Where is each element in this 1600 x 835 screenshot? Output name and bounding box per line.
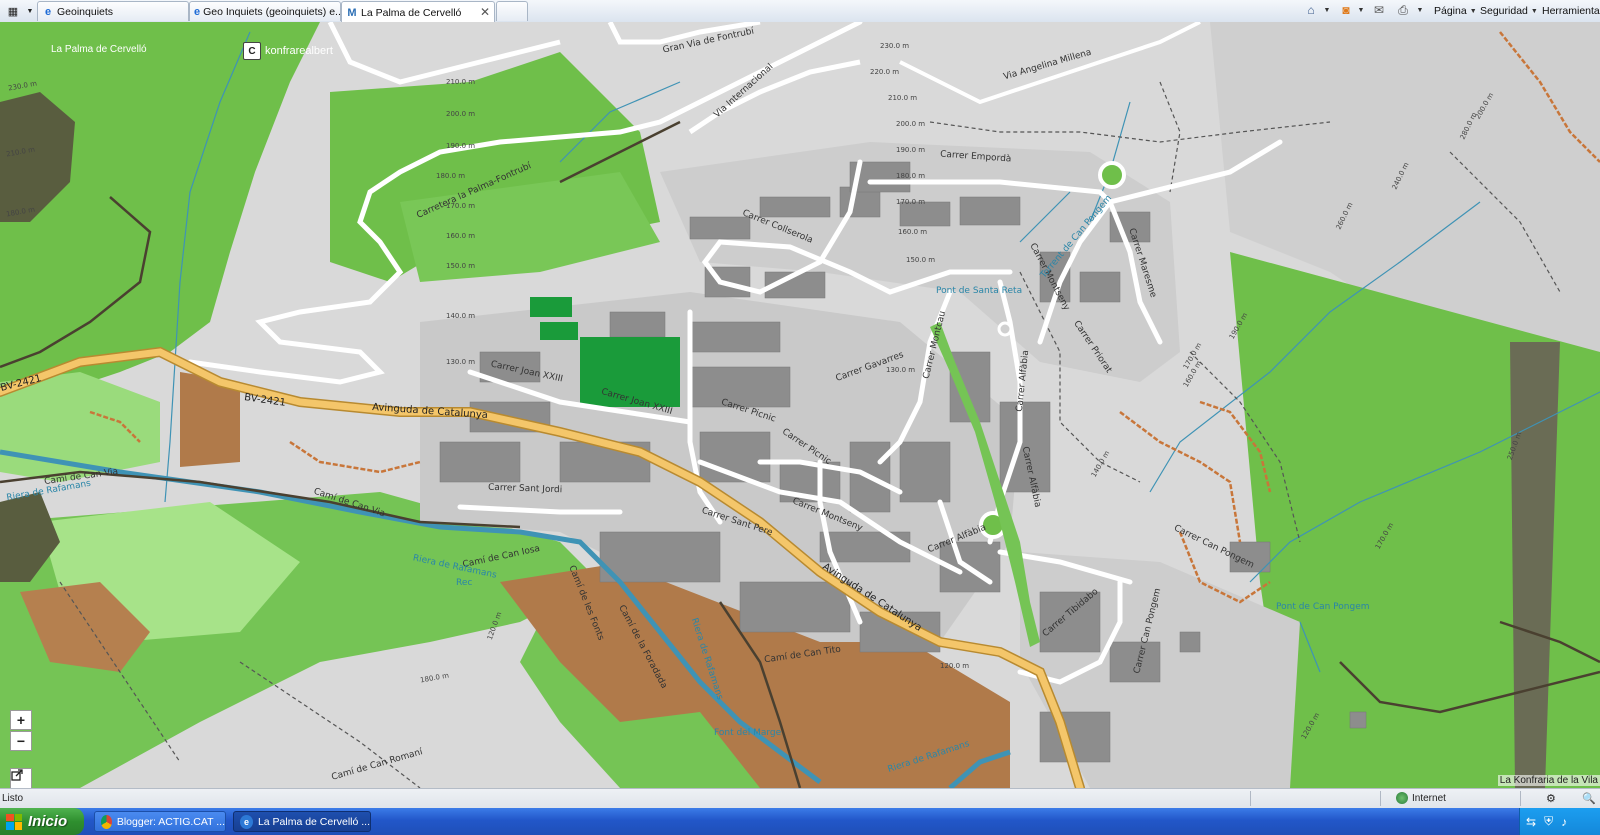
zoom-out-button[interactable]: − — [10, 731, 32, 751]
contour-label: 200.0 m — [896, 120, 926, 128]
tools-menu[interactable]: Herramientas▼ — [1542, 2, 1600, 20]
contour-label: 160.0 m — [898, 228, 928, 236]
mail-icon[interactable]: ✉ — [1372, 3, 1386, 17]
start-label: Inicio — [28, 813, 68, 830]
quick-tabs-icon[interactable]: ▦ — [2, 2, 24, 20]
security-menu[interactable]: Seguridad ▼ — [1480, 2, 1538, 20]
print-chevron-icon[interactable]: ▼ — [1413, 3, 1427, 17]
water-label-pont-santa-reta: Pont de Santa Reta — [936, 286, 1023, 296]
zoom-level-icon[interactable]: 🔍 — [1582, 792, 1596, 805]
contour-label: 120.0 m — [940, 662, 970, 670]
task-la-palma[interactable]: e La Palma de Cervelló ... — [233, 811, 371, 832]
konfraria-logo-icon: C — [243, 42, 261, 60]
map-title: La Palma de Cervelló — [51, 44, 147, 55]
status-divider — [1380, 791, 1381, 806]
windows-taskbar: Inicio Blogger: ACTIG.CAT ... e La Palma… — [0, 808, 1600, 835]
sports-pitch-small-2 — [540, 322, 578, 340]
tab-label: La Palma de Cervelló — [361, 6, 462, 19]
ie-icon: e — [194, 5, 201, 18]
tab-label: Geoinquiets — [57, 5, 114, 18]
feeds-chevron-icon[interactable]: ▼ — [1354, 3, 1368, 17]
contour-label: 170.0 m — [446, 202, 476, 210]
water-label-rec: Rec — [456, 578, 473, 588]
contour-label: 170.0 m — [896, 198, 926, 206]
water-label-pont-can-pongem: Pont de Can Pongem — [1276, 602, 1370, 612]
user-name: konfrarealbert — [265, 45, 333, 57]
windows-flag-icon — [6, 813, 22, 830]
status-text: Listo — [2, 793, 24, 804]
feeds-icon[interactable]: ◙ — [1339, 3, 1353, 17]
external-link-icon — [11, 769, 23, 781]
chevron-down-icon: ▼ — [1530, 7, 1538, 15]
water-label-font-marge: Font del Marge — [714, 728, 782, 738]
contour-label: 210.0 m — [888, 94, 918, 102]
m-icon: M — [347, 6, 357, 19]
contour-label: 150.0 m — [906, 256, 936, 264]
page-menu-label: Página — [1434, 5, 1467, 17]
chevron-down-icon: ▼ — [1469, 7, 1477, 15]
tools-menu-label: Herramientas — [1542, 5, 1600, 17]
chrome-icon — [101, 814, 112, 829]
task-label: La Palma de Cervelló ... — [257, 815, 370, 828]
close-tab-icon[interactable]: ✕ — [480, 5, 490, 19]
system-tray: ⇆ ⛨ ♪ — [1519, 808, 1600, 835]
contour-label: 190.0 m — [446, 142, 476, 150]
share-icon[interactable] — [10, 768, 32, 788]
tab-geoinquiets[interactable]: e Geoinquiets — [37, 1, 189, 21]
contour-label: 200.0 m — [446, 110, 476, 118]
browser-tab-bar: ▦ ▼ e Geoinquiets e Geo Inquiets (geoinq… — [0, 0, 1600, 23]
task-label: Blogger: ACTIG.CAT ... — [116, 815, 225, 828]
map-attribution: La Konfraria de la Vila — [1497, 775, 1600, 786]
contour-label: 180.0 m — [896, 172, 926, 180]
home-icon[interactable]: ⌂ — [1304, 3, 1318, 17]
contour-label: 220.0 m — [870, 68, 900, 76]
contour-label: 130.0 m — [446, 358, 476, 366]
contour-label: 150.0 m — [446, 262, 476, 270]
contour-label: 160.0 m — [446, 232, 476, 240]
tab-geo-inquiets-twitter[interactable]: e Geo Inquiets (geoinquiets) e... — [189, 1, 341, 21]
start-button[interactable]: Inicio — [0, 808, 84, 835]
security-zone[interactable]: Internet — [1396, 792, 1446, 804]
page-menu[interactable]: Página ▼ — [1434, 2, 1477, 20]
tab-la-palma[interactable]: M La Palma de Cervelló ✕ — [341, 1, 495, 23]
globe-icon — [1396, 792, 1408, 804]
ie-icon: e — [44, 5, 52, 18]
tab-label: Geo Inquiets (geoinquiets) e... — [203, 5, 341, 18]
protected-mode-icon[interactable]: ⚙ — [1546, 792, 1556, 805]
roundabout-small — [997, 321, 1013, 337]
status-divider — [1250, 791, 1251, 806]
new-tab-button[interactable] — [496, 1, 528, 21]
contour-label: 190.0 m — [896, 146, 926, 154]
map-canvas[interactable]: La Palma de Cervelló C konfrarealbert BV… — [0, 22, 1600, 788]
contour-label: 230.0 m — [880, 42, 910, 50]
roundabout-north — [1098, 161, 1126, 189]
contour-label: 180.0 m — [436, 172, 466, 180]
security-menu-label: Seguridad — [1480, 5, 1528, 17]
status-divider — [1520, 791, 1521, 806]
task-blogger[interactable]: Blogger: ACTIG.CAT ... — [94, 811, 226, 832]
user-badge[interactable]: C konfrarealbert — [243, 42, 333, 60]
network-icon[interactable]: ⇆ — [1526, 815, 1536, 829]
ie-icon: e — [240, 814, 253, 829]
browser-status-bar: Listo Internet ⚙ 🔍 — [0, 788, 1600, 809]
zoom-in-button[interactable]: + — [10, 710, 32, 730]
contour-label: 130.0 m — [886, 366, 916, 374]
volume-icon[interactable]: ♪ — [1561, 815, 1567, 829]
map-graphics — [0, 22, 1600, 788]
print-icon[interactable]: ⎙ — [1396, 3, 1410, 17]
contour-label: 210.0 m — [446, 78, 476, 86]
home-chevron-icon[interactable]: ▼ — [1320, 3, 1334, 17]
tab-list-chevron-icon[interactable]: ▼ — [24, 2, 36, 20]
zone-label: Internet — [1412, 792, 1446, 804]
security-shield-icon[interactable]: ⛨ — [1544, 814, 1553, 829]
contour-label: 140.0 m — [446, 312, 476, 320]
sports-pitch-small — [530, 297, 572, 317]
